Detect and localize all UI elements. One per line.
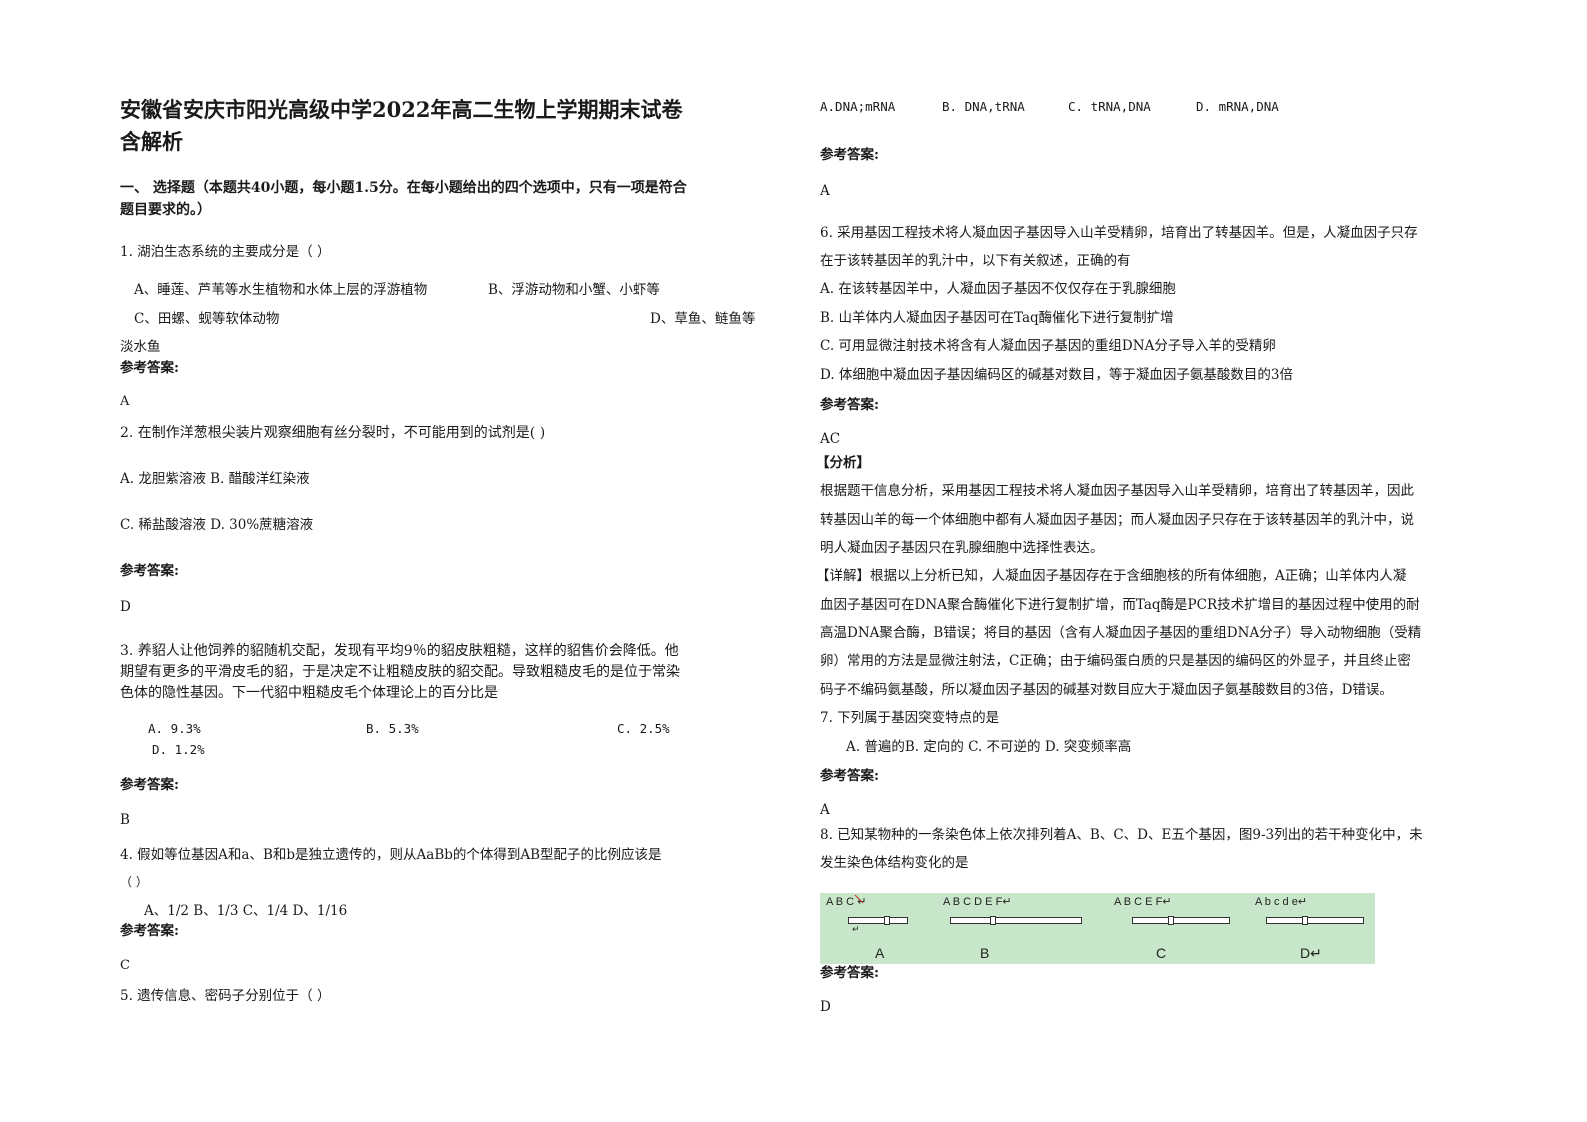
q6-answer: AC [820,431,841,447]
figure-a-chromosome [848,917,908,924]
q6-detail-line1: 【详解】根据以上分析已知，人凝血因子基因存在于含细胞核的所有体细胞，A正确；山羊… [816,568,1407,584]
q3-answer: B [120,812,130,828]
section-heading-line2: 题目要求的。） [120,202,211,218]
q5-stem: 5. 遗传信息、密码子分别位于（ ） [120,988,331,1004]
q1-stem: 1. 湖泊生态系统的主要成分是（ ） [120,244,331,260]
q5-answer-label: 参考答案: [820,147,879,163]
q1-option-d-cont: 淡水鱼 [120,339,161,355]
q5-option-d: D. mRNA,DNA [1196,99,1279,114]
q1-answer: A [120,394,130,409]
q6-detail-line5: 码子不编码氨基酸，所以凝血因子基因的碱基对数目应大于凝血因子氨基酸数目的3倍，D… [820,682,1393,698]
chromosome-figure: A B C ↵ ↵ A A B C D E F↵ B A B C E F↵ C … [820,893,1375,964]
q2-answer: D [120,599,131,615]
figure-b-centromere [990,916,996,925]
q6-answer-label: 参考答案: [820,397,879,413]
q1-option-d: D、草鱼、鲢鱼等 [650,311,756,327]
q6-analysis-line2: 转基因山羊的每一个体细胞中都有人凝血因子基因；而人凝血因子只存在于该转基因羊的乳… [820,512,1414,528]
q1-option-c: C、田螺、蚬等软体动物 [134,311,280,327]
doc-title-line1: 安徽省安庆市阳光高级中学2022年高二生物上学期期末试卷 [120,97,683,122]
q8-answer-label: 参考答案: [820,965,879,981]
q1-answer-label: 参考答案: [120,360,179,376]
q6-analysis-line1: 根据题干信息分析，采用基因工程技术将人凝血因子基因导入山羊受精卵，培育出了转基因… [820,483,1414,499]
figure-a-mark [854,894,864,904]
figure-label-a: A [875,945,885,961]
q4-answer-label: 参考答案: [120,923,179,939]
q7-options: A. 普遍的B. 定向的 C. 不可逆的 D. 突变频率高 [846,739,1132,755]
q7-answer: A [820,802,830,818]
q6-stem-line1: 6. 采用基因工程技术将人凝血因子基因导入山羊受精卵，培育出了转基因羊。但是，人… [820,225,1418,241]
q3-stem-line2: 期望有更多的平滑皮毛的貂，于是决定不让粗糙皮肤的貂交配。导致粗糙皮毛的是位于常染 [120,664,680,680]
q8-stem-line1: 8. 已知某物种的一条染色体上依次排列着A、B、C、D、E五个基因，图9-3列出… [820,827,1423,843]
q6-option-c: C. 可用显微注射技术将含有人凝血因子基因的重组DNA分子导入羊的受精卵 [820,338,1276,354]
q3-stem-line3: 色体的隐性基因。下一代貂中粗糙皮毛个体理论上的百分比是 [120,685,498,701]
q2-stem: 2. 在制作洋葱根尖装片观察细胞有丝分裂时，不可能用到的试剂是( ) [120,425,546,441]
q6-option-d: D. 体细胞中凝血因子基因编码区的碱基对数目，等于凝血因子氨基酸数目的3倍 [820,367,1294,383]
q6-detail-line4: 卵）常用的方法是显微注射法，C正确；由于编码蛋白质的只是基因的编码区的外显子，并… [820,653,1411,669]
doc-title-line2: 含解析 [120,129,183,154]
figure-d-genes: A b c d e↵ [1255,896,1308,908]
q4-paren: （ ） [120,875,148,889]
figure-a-return-mark: ↵ [852,924,860,934]
q1-option-a: A、睡莲、芦苇等水生植物和水体上层的浮游植物 [134,282,428,298]
q2-options-cd: C. 稀盐酸溶液 D. 30%蔗糖溶液 [120,517,314,533]
figure-b-chromosome [950,917,1082,924]
q4-answer: C [120,958,130,973]
figure-b-genes: A B C D E F↵ [943,896,1012,908]
q8-stem-line2: 发生染色体结构变化的是 [820,855,969,871]
q3-answer-label: 参考答案: [120,777,179,793]
q5-answer: A [820,183,830,199]
q8-answer: D [820,999,831,1015]
figure-label-b: B [980,945,990,961]
q3-option-b: B. 5.3% [366,721,419,736]
q2-answer-label: 参考答案: [120,563,179,579]
q3-option-d: D. 1.2% [152,742,205,757]
q1-option-b: B、浮游动物和小蟹、小虾等 [488,282,660,298]
q7-stem: 7. 下列属于基因突变特点的是 [820,710,1000,726]
q5-option-c: C. tRNA,DNA [1068,99,1151,114]
figure-a-centromere [884,916,890,925]
figure-c-centromere [1168,916,1174,925]
q6-detail-line2: 血因子基因可在DNA聚合酶催化下进行复制扩增，而Taq酶是PCR技术扩增目的基因… [820,597,1420,613]
figure-c-chromosome [1132,917,1230,924]
q5-option-b: B. DNA,tRNA [942,99,1025,114]
q4-stem: 4. 假如等位基因A和a、B和b是独立遗传的，则从AaBb的个体得到AB型配子的… [120,847,662,863]
q7-answer-label: 参考答案: [820,768,879,784]
figure-label-c: C [1156,945,1167,961]
q3-option-a: A. 9.3% [148,721,201,736]
q5-option-a: A.DNA;mRNA [820,99,896,114]
q6-stem-line2: 在于该转基因羊的乳汁中，以下有关叙述，正确的有 [820,253,1131,269]
q3-stem-line1: 3. 养貂人让他饲养的貂随机交配，发现有平均9％的貂皮肤粗糙，这样的貂售价会降低… [120,643,679,659]
figure-d-centromere [1302,916,1308,925]
q2-options-ab: A. 龙胆紫溶液 B. 醋酸洋红染液 [120,471,310,487]
section-heading-line1: 一、 选择题（本题共40小题，每小题1.5分。在每小题给出的四个选项中，只有一项… [120,180,687,196]
q6-analysis-label: 【分析】 [816,455,870,471]
q4-options: A、1/2 B、1/3 C、1/4 D、1/16 [144,903,348,919]
q6-analysis-line3: 明人凝血因子基因只在乳腺细胞中选择性表达。 [820,540,1104,556]
q6-option-a: A. 在该转基因羊中，人凝血因子基因不仅仅存在于乳腺细胞 [820,281,1176,297]
q6-detail-line3: 高温DNA聚合酶，B错误；将目的基因（含有人凝血因子基因的重组DNA分子）导入动… [820,625,1422,641]
figure-c-genes: A B C E F↵ [1114,896,1172,908]
figure-d-chromosome [1266,917,1364,924]
figure-label-d: D↵ [1300,945,1322,961]
q3-option-c: C. 2.5% [617,721,670,736]
q6-option-b: B. 山羊体内人凝血因子基因可在Taq酶催化下进行复制扩增 [820,310,1174,326]
